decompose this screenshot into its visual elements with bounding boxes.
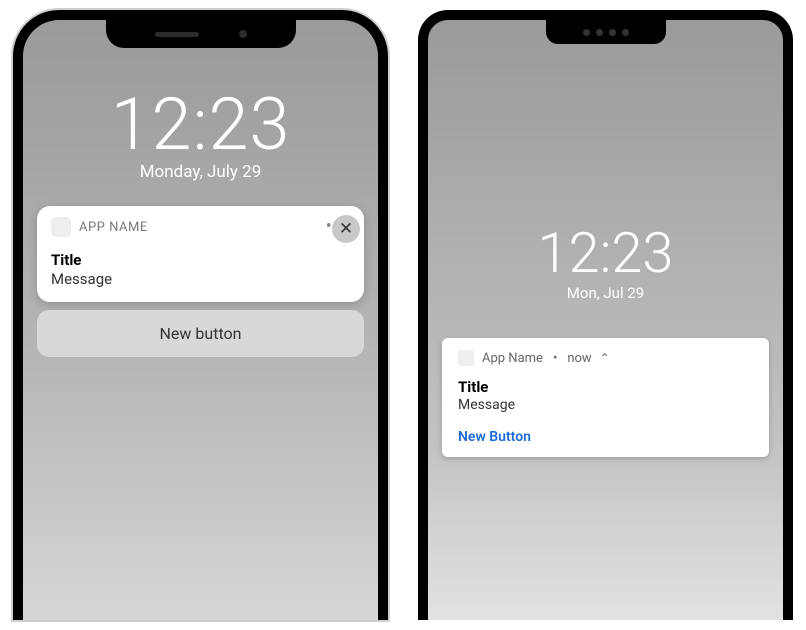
android-sensor [596,29,603,36]
close-glyph: ✕ [339,219,353,239]
android-app-name: App Name [482,351,543,366]
ios-notification-title: Title [51,251,350,269]
android-notch [546,20,666,44]
android-notification-action-button[interactable]: New Button [458,429,753,445]
ios-date: Monday, July 29 [23,162,378,182]
app-icon [458,350,474,366]
iphone-notch [106,20,296,48]
android-date: Mon, Jul 29 [428,284,783,302]
android-lock-clock: 12:23 Mon, Jul 29 [428,220,783,302]
android-sensor [583,29,590,36]
ios-action-label: New button [160,324,242,343]
android-sensor [622,29,629,36]
ios-notification-action-button[interactable]: New button [37,310,364,357]
ios-notification-header: APP NAME ••• [51,217,350,237]
android-notification-title: Title [458,378,753,396]
app-icon [51,217,71,237]
android-notification-message: Message [458,397,753,413]
android-time: 12:23 [428,220,783,286]
android-sensor [609,29,616,36]
ios-notification-message: Message [51,270,350,288]
iphone-device-frame: 12:23 Monday, July 29 ✕ APP NAME ••• Tit… [13,10,388,620]
android-action-label: New Button [458,429,531,445]
ios-notification-card[interactable]: APP NAME ••• Title Message [37,206,364,302]
android-notification-header: App Name • now ⌃ [458,350,753,366]
android-timestamp: now [567,351,591,366]
chevron-up-icon[interactable]: ⌃ [600,351,610,365]
android-notification-card[interactable]: App Name • now ⌃ Title Message New Butto… [442,338,769,457]
close-icon[interactable]: ✕ [332,215,360,243]
ios-app-name: APP NAME [79,220,318,235]
iphone-front-camera [239,30,247,38]
iphone-speaker [155,32,199,37]
separator-dot: • [553,351,557,366]
ios-time: 12:23 [23,82,378,167]
android-device-frame: 12:23 Mon, Jul 29 App Name • now ⌃ Title… [418,10,793,620]
ios-lock-clock: 12:23 Monday, July 29 [23,82,378,182]
